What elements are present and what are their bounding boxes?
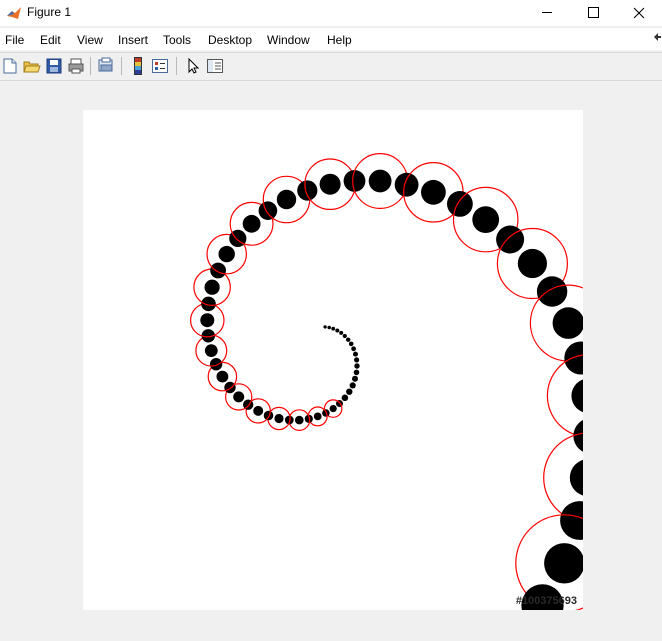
title-bar: Figure 1 xyxy=(0,0,662,26)
menu-help[interactable]: Help xyxy=(327,33,352,47)
spiral-dot xyxy=(297,180,318,201)
spiral-dot xyxy=(472,206,500,233)
spiral-dot xyxy=(517,248,547,279)
dock-arrow-icon[interactable] xyxy=(652,28,662,48)
new-document-icon xyxy=(3,58,17,74)
toolbar-separator xyxy=(90,57,91,75)
spiral-dot xyxy=(319,173,341,195)
spiral-dot xyxy=(274,413,284,424)
window-title: Figure 1 xyxy=(27,5,72,19)
spiral-dot xyxy=(329,405,337,413)
spiral-dot xyxy=(210,262,226,279)
folder-open-icon xyxy=(23,61,41,73)
spiral-dot xyxy=(204,344,218,357)
printer-icon xyxy=(68,58,84,74)
figure-toolbar xyxy=(0,52,662,81)
spiral-dot xyxy=(421,179,446,205)
maximize-button[interactable] xyxy=(570,0,616,26)
print-preview-button[interactable] xyxy=(96,56,116,76)
spiral-dot xyxy=(242,214,261,233)
spiral-dot xyxy=(276,189,297,210)
spiral-dot xyxy=(339,330,344,335)
menu-file[interactable]: File xyxy=(5,33,24,47)
colorbar-button[interactable] xyxy=(128,56,148,76)
spiral-dot xyxy=(571,379,583,413)
spiral-dot xyxy=(263,410,274,421)
spiral-dot xyxy=(368,169,392,193)
figure-axes[interactable]: #100375693 xyxy=(83,110,583,610)
spiral-dot xyxy=(258,201,278,220)
spiral-dot xyxy=(209,358,223,371)
matlab-icon xyxy=(6,5,22,21)
new-figure-button[interactable] xyxy=(0,56,20,76)
spiral-dot xyxy=(349,382,356,389)
menu-tools[interactable]: Tools xyxy=(163,33,191,47)
menu-bar: File Edit View Insert Tools Desktop Wind… xyxy=(0,28,662,50)
close-icon xyxy=(633,7,645,19)
spiral-dot xyxy=(536,276,568,307)
spiral-dot xyxy=(323,325,327,329)
spiral-dot xyxy=(354,363,360,369)
toolbar-separator xyxy=(176,57,177,75)
property-editor-button[interactable] xyxy=(205,56,225,76)
spiral-dot xyxy=(353,369,360,376)
spiral-dot xyxy=(544,543,583,584)
maximize-icon xyxy=(588,7,599,18)
spiral-dot xyxy=(200,313,215,328)
spiral-dot xyxy=(218,245,235,263)
close-button[interactable] xyxy=(616,0,662,26)
print-preview-icon xyxy=(98,57,113,72)
spiral-dot xyxy=(447,191,473,217)
menu-view[interactable]: View xyxy=(77,33,103,47)
spiral-dot xyxy=(253,405,264,416)
menu-desktop[interactable]: Desktop xyxy=(208,33,252,47)
colorbar-icon xyxy=(134,57,142,75)
print-button[interactable] xyxy=(66,56,86,76)
spiral-dot xyxy=(295,415,304,425)
spiral-dot xyxy=(351,346,356,352)
spiral-dot xyxy=(552,307,583,339)
spiral-dot xyxy=(204,279,220,295)
spiral-dot xyxy=(394,172,419,197)
arrow-cursor-icon xyxy=(188,57,200,74)
spiral-dot xyxy=(201,296,216,312)
spiral-dot xyxy=(216,370,229,383)
spiral-dot xyxy=(341,394,349,402)
spiral-dot xyxy=(224,381,236,394)
spiral-dot xyxy=(352,375,358,382)
minimize-button[interactable] xyxy=(524,0,570,26)
spiral-dot xyxy=(560,501,583,540)
spiral-dot-plot xyxy=(190,152,583,610)
property-editor-icon xyxy=(207,59,223,73)
spiral-dot xyxy=(327,325,331,330)
spiral-dot xyxy=(343,170,366,192)
toolbar-separator xyxy=(121,57,122,75)
spiral-dot xyxy=(335,328,340,333)
spiral-dot xyxy=(331,326,336,331)
spiral-dot xyxy=(346,388,353,395)
spiral-dot xyxy=(346,337,351,342)
menu-insert[interactable]: Insert xyxy=(118,33,148,47)
menu-window[interactable]: Window xyxy=(267,33,310,47)
image-id-label: #100375693 xyxy=(515,595,577,607)
legend-icon xyxy=(152,59,168,73)
spiral-dot xyxy=(348,341,354,347)
spiral-dot xyxy=(353,351,358,357)
save-button[interactable] xyxy=(44,56,64,76)
select-arrow-button[interactable] xyxy=(183,56,203,76)
spiral-dot xyxy=(354,357,360,363)
menu-edit[interactable]: Edit xyxy=(40,33,61,47)
spiral-dot xyxy=(313,412,322,421)
spiral-dot xyxy=(233,391,245,403)
save-icon xyxy=(46,58,62,74)
legend-button[interactable] xyxy=(150,56,170,76)
spiral-dot xyxy=(573,420,583,452)
open-file-button[interactable] xyxy=(22,56,42,76)
minimize-icon xyxy=(542,12,552,13)
spiral-dot xyxy=(342,333,347,339)
spiral-dot xyxy=(569,459,583,496)
